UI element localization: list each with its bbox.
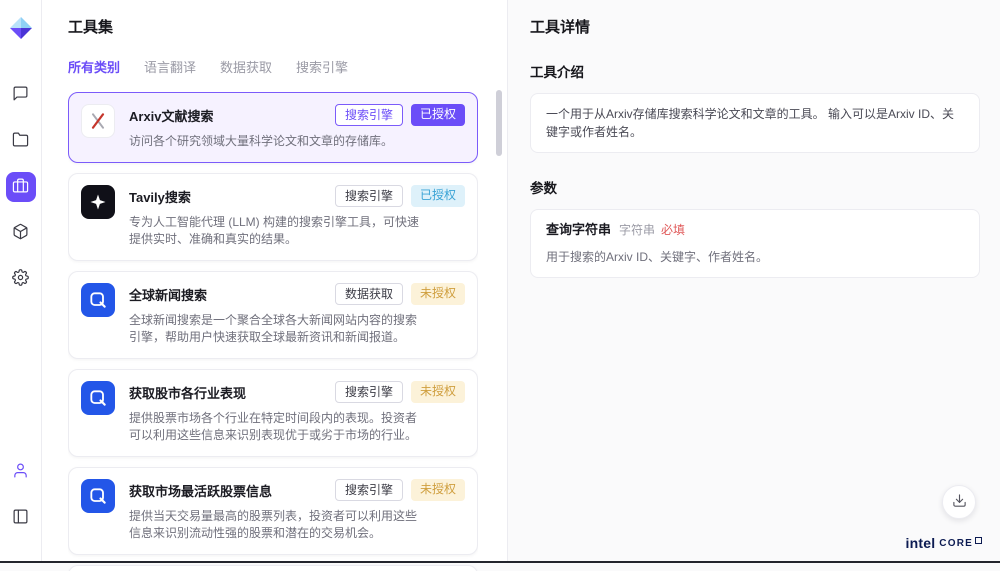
category-badge: 搜索引擎 — [335, 381, 403, 403]
q-search-icon — [81, 283, 115, 317]
tab-2[interactable]: 数据获取 — [220, 57, 272, 76]
tool-card[interactable]: 万维地区新闻查询搜索引擎未授权查询具体行政区划内的新闻，快速了解各地新闻动 — [68, 565, 478, 571]
params-section-title: 参数 — [530, 177, 980, 197]
chat-icon — [12, 85, 29, 105]
sidebar-item-briefcase[interactable] — [6, 172, 36, 202]
sidebar-item-chat[interactable] — [6, 80, 36, 110]
tool-description: 提供股票市场各个行业在特定时间段内的表现。投资者可以利用这些信息来识别表现优于或… — [129, 410, 427, 444]
app-logo-icon — [9, 16, 33, 40]
intro-text: 一个用于从Arxiv存储库搜索科学论文和文章的工具。 输入可以是Arxiv ID… — [546, 107, 954, 139]
param-name: 查询字符串 — [546, 221, 611, 239]
sidebar-item-cube[interactable] — [6, 218, 36, 248]
folder-icon — [12, 131, 29, 151]
list-scrollbar[interactable] — [496, 90, 502, 555]
auth-badge: 未授权 — [411, 381, 465, 403]
tab-0[interactable]: 所有类别 — [68, 57, 120, 76]
tool-card[interactable]: Arxiv文献搜索 搜索引擎已授权访问各个研究领域大量科学论文和文章的存储库。 — [68, 92, 478, 163]
auth-badge: 已授权 — [411, 185, 465, 207]
intro-section-title: 工具介绍 — [530, 61, 980, 81]
tool-card[interactable]: 全球新闻搜索 数据获取未授权全球新闻搜索是一个聚合全球各大新闻网站内容的搜索引擎，… — [68, 271, 478, 359]
detail-title: 工具详情 — [530, 16, 980, 37]
tool-card[interactable]: 获取市场最活跃股票信息 搜索引擎未授权提供当天交易量最高的股票列表，投资者可以利用… — [68, 467, 478, 555]
panel-icon — [12, 508, 29, 528]
auth-badge: 未授权 — [411, 283, 465, 305]
q-search-icon — [81, 479, 115, 513]
tool-name: 获取股市各行业表现 — [129, 381, 246, 402]
intro-card: 一个用于从Arxiv存储库搜索科学论文和文章的工具。 输入可以是Arxiv ID… — [530, 93, 980, 153]
tool-card[interactable]: 获取股市各行业表现 搜索引擎未授权提供股票市场各个行业在特定时间段内的表现。投资者… — [68, 369, 478, 457]
sidebar-nav-bottom — [6, 457, 36, 549]
tool-list-title: 工具集 — [68, 16, 507, 37]
sidebar-item-gear[interactable] — [6, 264, 36, 294]
param-type: 字符串 — [619, 221, 655, 239]
tool-description: 全球新闻搜索是一个聚合全球各大新闻网站内容的搜索引擎，帮助用户快速获取全球最新资… — [129, 312, 427, 346]
sidebar-item-user[interactable] — [6, 457, 36, 487]
tab-1[interactable]: 语言翻译 — [144, 57, 196, 76]
tool-name: 获取市场最活跃股票信息 — [129, 479, 272, 500]
tool-name: Arxiv文献搜索 — [129, 104, 214, 125]
icon-sidebar — [0, 0, 42, 563]
q-search-icon — [81, 381, 115, 415]
sidebar-nav-top — [6, 80, 36, 310]
category-badge: 数据获取 — [335, 283, 403, 305]
sidebar-item-panel[interactable] — [6, 503, 36, 533]
param-description: 用于搜索的Arxiv ID、关键字、作者姓名。 — [546, 248, 964, 266]
cube-icon — [12, 223, 29, 243]
tavily-star-icon — [81, 185, 115, 219]
core-wordmark: CORE — [939, 538, 973, 549]
user-icon — [12, 462, 29, 482]
download-button[interactable] — [942, 485, 976, 519]
category-tabs: 所有类别 语言翻译 数据获取 搜索引擎 — [68, 57, 507, 76]
category-badge: 搜索引擎 — [335, 185, 403, 207]
intel-core-logo: intel CORE — [906, 535, 982, 551]
arxiv-icon — [81, 104, 115, 138]
param-required-flag: 必填 — [661, 221, 685, 239]
category-badge: 搜索引擎 — [335, 479, 403, 501]
briefcase-icon — [12, 177, 29, 197]
tool-card-list: Arxiv文献搜索搜索引擎已授权访问各个研究领域大量科学论文和文章的存储库。Ta… — [68, 92, 478, 571]
tool-description: 访问各个研究领域大量科学论文和文章的存储库。 — [129, 133, 427, 150]
tool-card[interactable]: Tavily搜索 搜索引擎已授权专为人工智能代理 (LLM) 构建的搜索引擎工具，… — [68, 173, 478, 261]
auth-badge: 已授权 — [411, 104, 465, 126]
tool-name: Tavily搜索 — [129, 185, 191, 206]
app-window: 工具集 所有类别语言翻译数据获取搜索引擎 Arxiv文献搜索搜索引擎已授权访问各… — [0, 0, 1000, 563]
intel-badge-box — [975, 537, 982, 544]
param-card: 查询字符串字符串必填用于搜索的Arxiv ID、关键字、作者姓名。 — [530, 209, 980, 278]
tool-name: 全球新闻搜索 — [129, 283, 207, 304]
tool-detail-panel: 工具详情 工具介绍 一个用于从Arxiv存储库搜索科学论文和文章的工具。 输入可… — [508, 0, 1000, 563]
intel-wordmark: intel — [906, 535, 936, 551]
scrollbar-thumb[interactable] — [496, 90, 502, 156]
auth-badge: 未授权 — [411, 479, 465, 501]
tool-description: 提供当天交易量最高的股票列表，投资者可以利用这些信息来识别流动性强的股票和潜在的… — [129, 508, 427, 542]
download-icon — [952, 493, 967, 511]
gear-icon — [12, 269, 29, 289]
category-badge: 搜索引擎 — [335, 104, 403, 126]
tab-3[interactable]: 搜索引擎 — [296, 57, 348, 76]
params-list: 查询字符串字符串必填用于搜索的Arxiv ID、关键字、作者姓名。 — [530, 209, 980, 278]
tool-description: 专为人工智能代理 (LLM) 构建的搜索引擎工具，可快速提供实时、准确和真实的结… — [129, 214, 427, 248]
tool-list-panel: 工具集 所有类别语言翻译数据获取搜索引擎 Arxiv文献搜索搜索引擎已授权访问各… — [42, 0, 508, 563]
sidebar-item-folder[interactable] — [6, 126, 36, 156]
